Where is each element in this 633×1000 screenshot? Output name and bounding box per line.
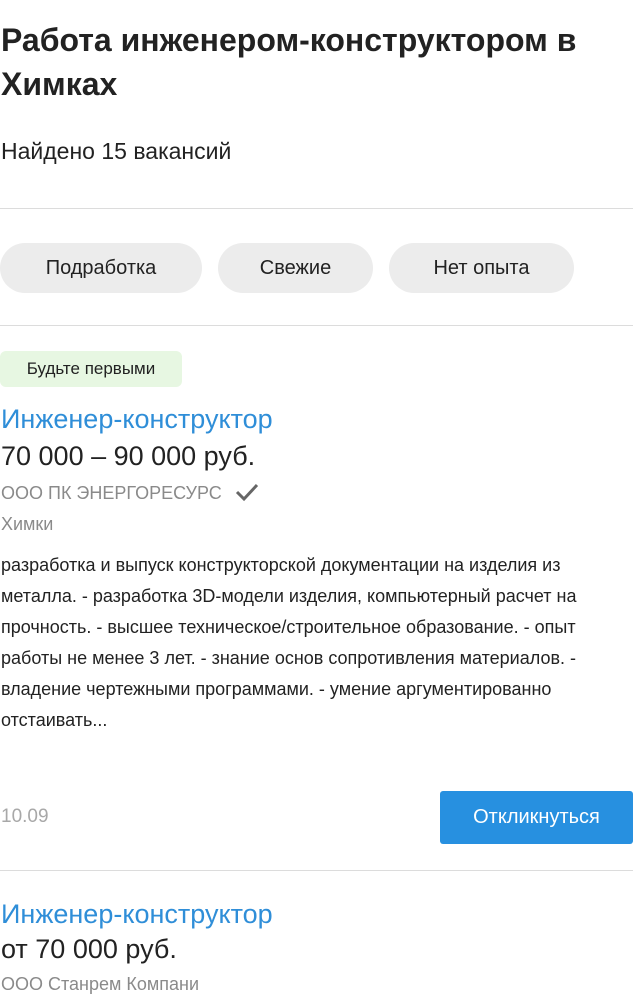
results-count: Найдено 15 вакансий (1, 138, 232, 164)
filter-chip-fresh[interactable]: Свежие (218, 243, 373, 293)
vacancy-description: разработка и выпуск конструкторской доку… (1, 555, 577, 730)
divider (0, 208, 633, 209)
vacancy-date: 10.09 (1, 806, 49, 827)
respond-button[interactable]: Откликнуться (440, 791, 633, 844)
divider (0, 870, 633, 871)
filter-chip-part-time[interactable]: Подработка (0, 243, 202, 293)
vacancy-city: Химки (1, 514, 54, 534)
company-name: ООО ПК ЭНЕРГОРЕСУРС (1, 483, 222, 503)
vacancy-company[interactable]: ООО ПК ЭНЕРГОРЕСУРС (1, 481, 259, 508)
vacancy-title-link[interactable]: Инженер-конструктор (1, 897, 273, 931)
be-first-badge: Будьте первыми (0, 351, 182, 387)
vacancy-salary: 70 000 – 90 000 руб. (1, 441, 256, 471)
checkmark-icon (235, 482, 259, 508)
vacancy-company[interactable]: ООО Станрем Компани (1, 972, 199, 996)
vacancy-title-link[interactable]: Инженер-конструктор (1, 402, 273, 436)
filter-chips: Подработка Свежие Нет опыта (0, 243, 633, 293)
vacancy-salary: от 70 000 руб. (1, 934, 177, 964)
page-title: Работа инженером-конструктором в Химках (1, 22, 577, 102)
divider (0, 325, 633, 326)
filter-chip-no-experience[interactable]: Нет опыта (389, 243, 574, 293)
